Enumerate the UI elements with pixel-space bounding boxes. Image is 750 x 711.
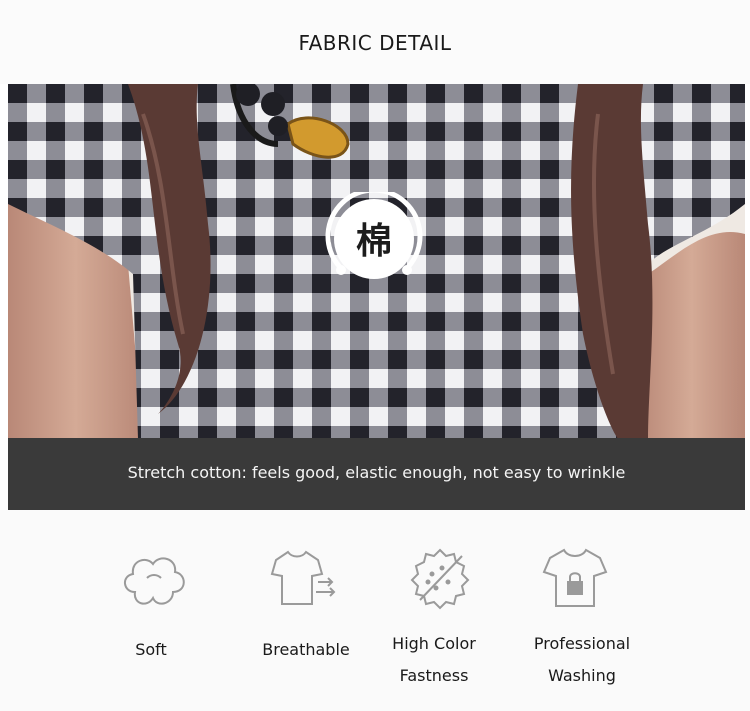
- cotton-icon: [124, 557, 185, 605]
- feature-label-washing-1: Professional: [533, 634, 631, 653]
- cotton-character: 棉: [355, 221, 392, 262]
- features-panel: Soft Breathable High Color Fastness Prof…: [0, 510, 750, 711]
- page-title: FABRIC DETAIL: [298, 31, 452, 55]
- washing-lock-shirt-icon: [542, 548, 608, 607]
- feature-label-washing-2: Washing: [548, 666, 616, 685]
- caption-bar: Stretch cotton: feels good, elastic enou…: [8, 438, 745, 510]
- feature-label-color-fastness-2: Fastness: [399, 666, 469, 685]
- feature-label-breathable: Breathable: [262, 640, 350, 659]
- feature-label-color-fastness-1: High Color: [392, 634, 476, 653]
- feature-label-soft: Soft: [135, 640, 167, 659]
- color-fastness-icon: [410, 548, 470, 610]
- fabric-caption: Stretch cotton: feels good, elastic enou…: [127, 463, 626, 482]
- breathable-shirt-icon: [270, 550, 336, 605]
